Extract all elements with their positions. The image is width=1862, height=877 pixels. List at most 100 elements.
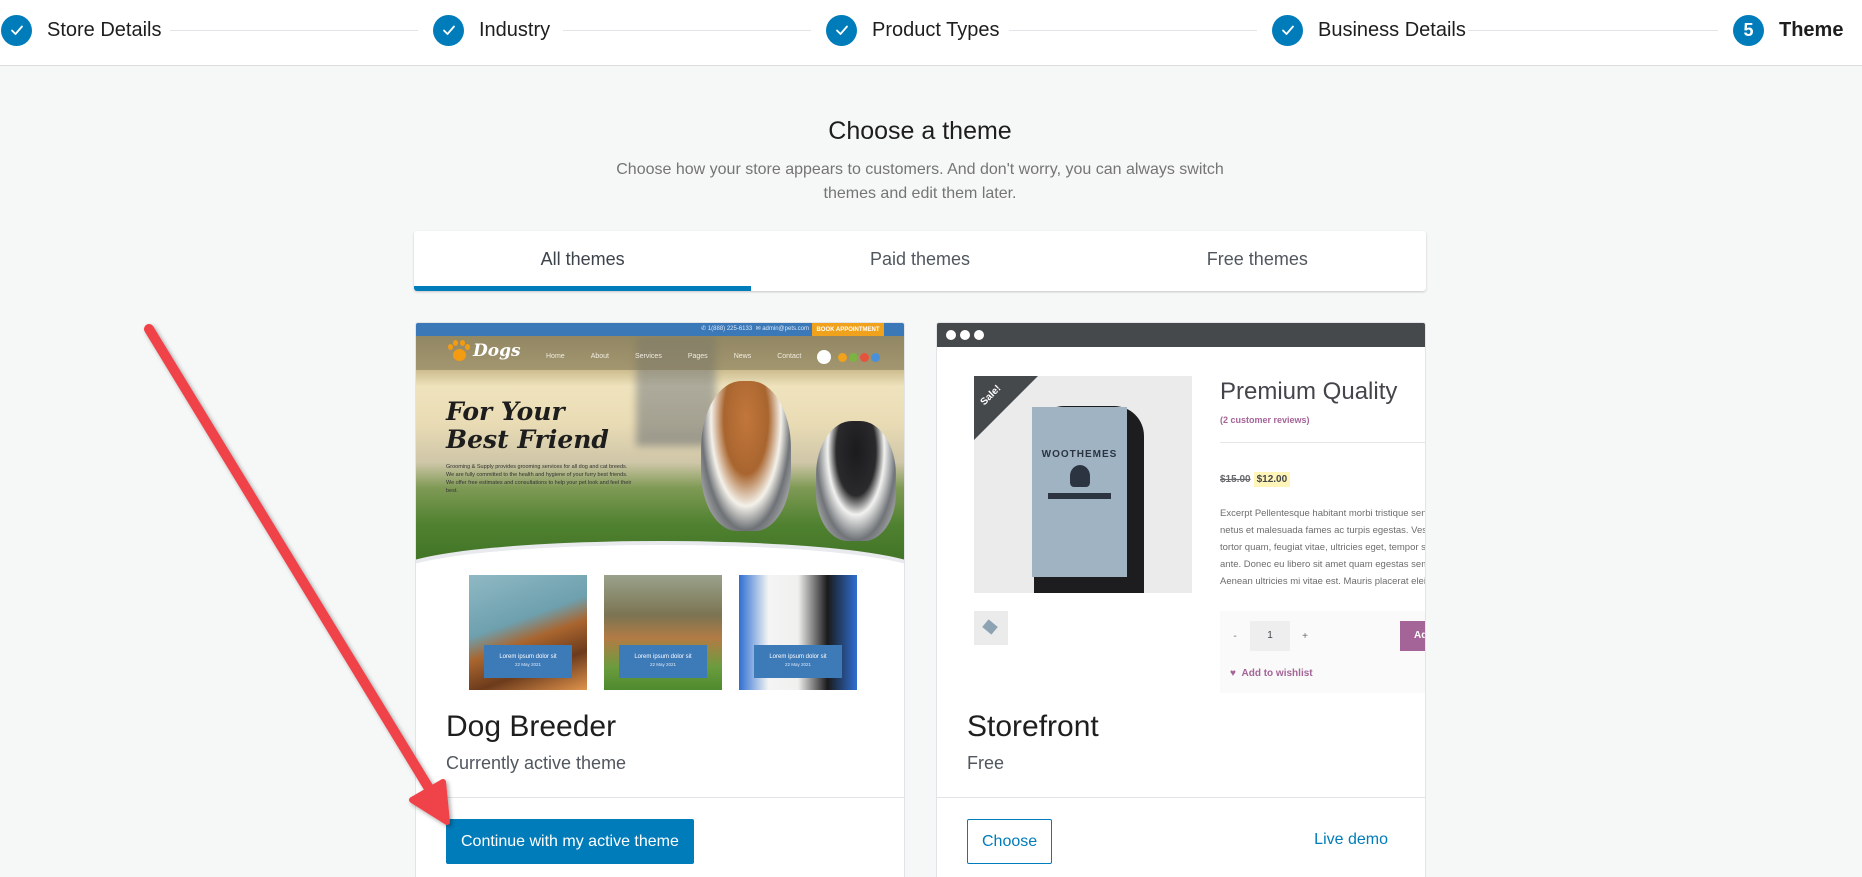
tile-title: Lorem ipsum dolor sit xyxy=(769,654,827,660)
twitter-icon xyxy=(849,352,858,362)
theme-preview-image[interactable]: ✆ 1(888) 225-6133 ✉ admin@pets.com BOOK … xyxy=(416,323,904,693)
excerpt-line: Excerpt Pellentesque habitant morbi tris… xyxy=(1220,508,1425,519)
quantity-stepper: - 1 + xyxy=(1220,621,1320,651)
product-divider xyxy=(1220,442,1425,443)
preview-menu-item: News xyxy=(733,353,752,360)
step-connector xyxy=(563,30,811,31)
step-label: Store Details xyxy=(47,18,162,41)
preview-tiles: Lorem ipsum dolor sit 22 May 2021 Lorem i… xyxy=(469,575,857,690)
continue-with-active-theme-button[interactable]: Continue with my active theme xyxy=(446,819,694,864)
preview-menu: Home About Services Pages News Contact xyxy=(546,353,827,360)
dog-figure xyxy=(701,381,791,531)
preview-phone: 1(888) 225-6133 xyxy=(707,326,753,332)
step-label: Industry xyxy=(479,18,551,41)
preview-menu-item: Contact xyxy=(777,353,802,360)
choose-theme-button[interactable]: Choose xyxy=(967,819,1053,864)
preview-headline: For Your Best Friend xyxy=(446,398,609,454)
theme-card-storefront: WOOTHEMES Sale! Premium Quality (2 custo… xyxy=(936,322,1426,877)
preview-menu-item: Services xyxy=(634,353,662,360)
step-store-details[interactable]: Store Details xyxy=(1,14,162,46)
page-title: Choose a theme xyxy=(828,117,1012,145)
preview-tile: Lorem ipsum dolor sit 22 May 2021 xyxy=(469,575,587,690)
preview-tile: Lorem ipsum dolor sit 22 May 2021 xyxy=(604,575,722,690)
preview-headline-line: Best Friend xyxy=(446,425,609,454)
check-icon xyxy=(1,14,32,46)
tile-caption: Lorem ipsum dolor sit 22 May 2021 xyxy=(484,645,572,678)
step-business-details[interactable]: Business Details xyxy=(1272,14,1466,46)
preview-menu-item: Home xyxy=(546,353,565,360)
live-demo-link[interactable]: Live demo xyxy=(1314,831,1388,849)
qty-minus: - xyxy=(1233,630,1237,642)
ninja-mascot-icon xyxy=(1070,465,1090,487)
step-label: Product Types xyxy=(872,18,1000,41)
preview-headline-line: For Your xyxy=(446,397,565,426)
window-dot-icon xyxy=(974,330,984,340)
preview-logo: Dogs xyxy=(446,339,521,363)
check-icon xyxy=(826,14,857,46)
theme-name: Dog Breeder xyxy=(446,710,617,743)
product-title: Premium Quality xyxy=(1220,378,1398,405)
tile-title: Lorem ipsum dolor sit xyxy=(634,654,692,660)
wishlist-label: Add to wishlist xyxy=(1241,668,1313,679)
tab-all-themes[interactable]: All themes xyxy=(414,231,752,291)
card-divider xyxy=(416,797,904,798)
product-excerpt: Excerpt Pellentesque habitant morbi tris… xyxy=(1220,505,1425,590)
poster: WOOTHEMES xyxy=(1032,407,1127,577)
step-theme[interactable]: 5 Theme xyxy=(1733,14,1843,46)
tile-caption: Lorem ipsum dolor sit 22 May 2021 xyxy=(619,645,707,678)
tab-paid-themes[interactable]: Paid themes xyxy=(751,231,1088,291)
linkedin-icon xyxy=(860,352,869,362)
add-to-cart-label: Add to cart xyxy=(1400,621,1425,651)
product-reviews: (2 customer reviews) xyxy=(1220,415,1310,425)
arrow-shaft xyxy=(144,324,435,795)
step-connector xyxy=(170,30,418,31)
tile-title: Lorem ipsum dolor sit xyxy=(499,654,557,660)
preview-menu-item: Pages xyxy=(687,353,708,360)
pinterest-icon xyxy=(871,352,880,362)
step-connector xyxy=(1009,30,1257,31)
excerpt-line: netus et malesuada fames ac turpis egest… xyxy=(1220,525,1425,536)
preview-menu-item: About xyxy=(590,353,609,360)
dog-figure xyxy=(816,421,896,541)
cart-icon xyxy=(817,350,831,364)
qty-value: 1 xyxy=(1250,621,1290,651)
page-heading: Choose a theme Choose how your store app… xyxy=(414,114,1426,206)
step-product-types[interactable]: Product Types xyxy=(826,14,999,46)
qty-plus: + xyxy=(1302,630,1308,642)
facebook-icon xyxy=(838,352,847,362)
preview-email: admin@pets.com xyxy=(762,326,809,332)
sale-price: $12.00 xyxy=(1253,472,1291,487)
theme-status: Currently active theme xyxy=(446,753,627,773)
step-number: 5 xyxy=(1733,14,1764,46)
excerpt-line: ante. Donec eu libero sit amet quam eges… xyxy=(1220,559,1425,570)
product-price: $15.00 $12.00 xyxy=(1220,472,1291,487)
card-divider xyxy=(937,797,1425,798)
step-label: Business Details xyxy=(1318,18,1466,41)
paw-icon xyxy=(446,339,470,363)
theme-card-dog-breeder: ✆ 1(888) 225-6133 ✉ admin@pets.com BOOK … xyxy=(415,322,905,877)
preview-tile: Lorem ipsum dolor sit 22 May 2021 xyxy=(739,575,857,690)
product-thumbnail xyxy=(974,611,1008,645)
theme-name: Storefront xyxy=(967,710,1099,743)
tile-date: 22 May 2021 xyxy=(514,662,542,667)
preview-social-icons xyxy=(817,350,880,364)
tile-date: 22 May 2021 xyxy=(784,662,812,667)
setup-stepper: Store Details Industry Product Types Bus… xyxy=(0,0,1862,66)
poster-brand: WOOTHEMES xyxy=(1041,449,1118,460)
preview-blurb: Grooming & Supply provides grooming serv… xyxy=(446,464,632,494)
theme-price: Free xyxy=(967,753,1005,773)
tab-free-themes[interactable]: Free themes xyxy=(1089,231,1426,291)
poster-ribbon xyxy=(1048,493,1111,499)
sale-badge xyxy=(974,376,1038,440)
tile-date: 22 May 2021 xyxy=(649,662,677,667)
preview-logo-text: Dogs xyxy=(473,341,521,361)
theme-preview-image[interactable]: WOOTHEMES Sale! Premium Quality (2 custo… xyxy=(937,323,1425,693)
step-industry[interactable]: Industry xyxy=(433,14,550,46)
excerpt-line: Aenean ultricies mi vitae est. Mauris pl… xyxy=(1220,576,1425,587)
product-photo: WOOTHEMES Sale! xyxy=(974,376,1192,593)
theme-filter-tabs: All themes Paid themes Free themes xyxy=(414,231,1426,291)
excerpt-line: tortor quam, feugiat vitae, ultricies eg… xyxy=(1220,542,1425,553)
tile-caption: Lorem ipsum dolor sit 22 May 2021 xyxy=(754,645,842,678)
preview-topbar: ✆ 1(888) 225-6133 ✉ admin@pets.com BOOK … xyxy=(416,323,904,336)
window-dot-icon xyxy=(946,330,956,340)
